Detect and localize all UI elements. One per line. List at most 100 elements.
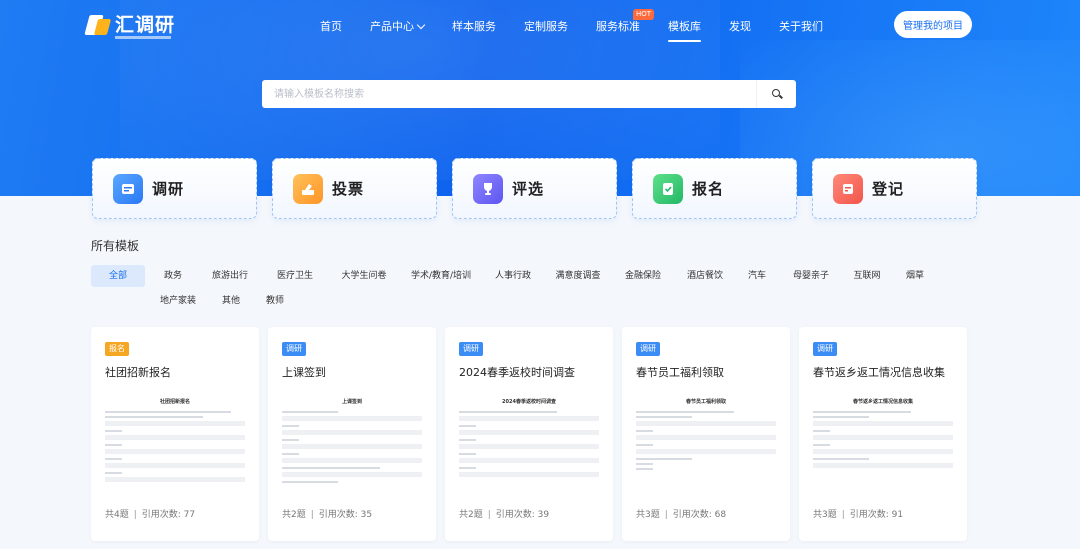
logo-text: 汇调研 [115,14,176,36]
usage-count: 引用次数: 77 [141,510,196,520]
nav-item-products[interactable]: 产品中心 [370,18,426,34]
template-meta: 共3题 | 引用次数: 91 [813,510,904,520]
search-input[interactable] [262,80,756,108]
type-badge: 调研 [813,342,837,356]
tag-item[interactable]: 教师 [257,290,293,312]
template-title: 春节返乡返工情况信息收集 [813,366,945,379]
template-meta: 共3题 | 引用次数: 68 [636,510,727,520]
nav-label: 产品中心 [370,20,414,33]
question-count: 共3题 [813,510,837,520]
nav-label: 发现 [729,20,751,33]
tag-item[interactable]: 其他 [215,290,247,312]
template-preview: 春节员工福利领取 [636,392,776,497]
tag-item[interactable]: 政务 [155,265,191,287]
nav-item-sample-service[interactable]: 样本服务 [452,18,496,34]
preview-title: 上课签到 [341,399,362,405]
register-icon [833,173,863,204]
tag-item[interactable]: 学术/教育/培训 [405,265,477,287]
template-preview: 2024春季返校时间调查 [459,392,599,497]
tag-item[interactable]: 汽车 [741,265,773,287]
question-count: 共3题 [636,510,660,520]
usage-count: 引用次数: 68 [672,510,727,520]
category-vote[interactable]: 投票 [272,158,437,219]
vote-icon [293,173,323,204]
main-nav: 首页 产品中心 样本服务 定制服务 服务标准 HOT 模板库 发现 关于我们 [320,9,851,42]
all-templates-title: 所有模板 [91,239,140,253]
template-meta: 共2题 | 引用次数: 35 [282,510,373,520]
tag-item[interactable]: 母婴亲子 [785,265,837,287]
category-label: 登记 [872,180,905,198]
category-cards: 调研 投票 评选 报名 登记 [92,158,992,219]
logo[interactable]: 汇调研 [84,10,176,40]
category-label: 报名 [692,180,725,198]
template-card[interactable]: 调研 春节员工福利领取 春节员工福利领取 共3题 | 引用次数: 68 [622,327,790,541]
tag-item[interactable]: 互联网 [847,265,887,287]
nav-item-templates[interactable]: 模板库 [668,18,701,42]
template-meta: 共2题 | 引用次数: 39 [459,510,550,520]
nav-item-service-standard[interactable]: 服务标准 HOT [596,9,654,34]
tag-item[interactable]: 金融保险 [617,265,669,287]
tag-item[interactable]: 满意度调查 [549,265,607,287]
preview-title: 2024春季返校时间调查 [502,399,556,405]
category-selection[interactable]: 评选 [452,158,617,219]
type-badge: 调研 [636,342,660,356]
template-preview: 春节返乡返工情况信息收集 [813,392,953,497]
logo-icon [84,13,112,37]
nav-item-home[interactable]: 首页 [320,18,342,34]
template-title: 2024春季返校时间调查 [459,366,575,379]
template-card[interactable]: 调研 2024春季返校时间调查 2024春季返校时间调查 共2题 | 引用次数: 3… [445,327,613,541]
tag-item[interactable]: 烟草 [899,265,931,287]
template-card[interactable]: 报名 社团招新报名 社团招新报名 共4题 | 引用次数: 77 [91,327,259,541]
template-card[interactable]: 调研 春节返乡返工情况信息收集 春节返乡返工情况信息收集 共3题 | 引用次数: 9… [799,327,967,541]
tag-item[interactable]: 地产家装 [151,290,205,312]
question-count: 共4题 [105,510,129,520]
usage-count: 引用次数: 91 [849,510,904,520]
template-meta: 共4题 | 引用次数: 77 [105,510,196,520]
nav-label: 关于我们 [779,20,823,33]
template-list: 报名 社团招新报名 社团招新报名 共4题 | 引用次数: 77 调研 上课签到 上课… [91,327,976,541]
nav-item-about[interactable]: 关于我们 [779,18,823,34]
type-badge: 报名 [105,342,129,356]
category-label: 评选 [512,180,545,198]
category-survey[interactable]: 调研 [92,158,257,219]
template-preview: 上课签到 [282,392,422,497]
tag-item[interactable]: 旅游出行 [205,265,255,287]
template-title: 春节员工福利领取 [636,366,724,379]
logo-tagline-mark [115,36,171,39]
signup-icon [653,173,683,204]
template-card[interactable]: 调研 上课签到 上课签到 共2题 | 引用次数: 35 [268,327,436,541]
category-signup[interactable]: 报名 [632,158,797,219]
category-label: 投票 [332,180,365,198]
question-count: 共2题 [459,510,483,520]
nav-label: 定制服务 [524,20,568,33]
tag-filter: 全部 政务 旅游出行 医疗卫生 大学生问卷 学术/教育/培训 人事行政 满意度调… [91,265,971,315]
usage-count: 引用次数: 35 [318,510,373,520]
hot-badge: HOT [632,9,654,20]
preview-title: 社团招新报名 [159,399,190,405]
template-title: 上课签到 [282,366,326,379]
tag-item[interactable]: 医疗卫生 [267,265,323,287]
category-register[interactable]: 登记 [812,158,977,219]
usage-count: 引用次数: 39 [495,510,550,520]
nav-label: 服务标准 [596,20,640,33]
tag-item[interactable]: 人事行政 [487,265,539,287]
tag-item[interactable]: 酒店餐饮 [679,265,731,287]
trophy-icon [473,173,503,204]
type-badge: 调研 [459,342,483,356]
question-count: 共2题 [282,510,306,520]
category-label: 调研 [152,180,185,198]
nav-label: 模板库 [668,20,701,33]
preview-title: 春节员工福利领取 [685,399,726,405]
template-preview: 社团招新报名 [105,392,245,497]
preview-title: 春节返乡返工情况信息收集 [852,399,913,405]
search-button[interactable] [756,80,796,108]
nav-item-custom-service[interactable]: 定制服务 [524,18,568,34]
template-search [262,80,796,108]
tag-all[interactable]: 全部 [91,265,145,287]
survey-icon [113,173,143,204]
manage-projects-button[interactable]: 管理我的项目 [894,11,972,38]
nav-label: 样本服务 [452,20,496,33]
tag-item[interactable]: 大学生问卷 [333,265,395,287]
nav-item-discover[interactable]: 发现 [729,18,751,34]
nav-label: 首页 [320,20,342,33]
